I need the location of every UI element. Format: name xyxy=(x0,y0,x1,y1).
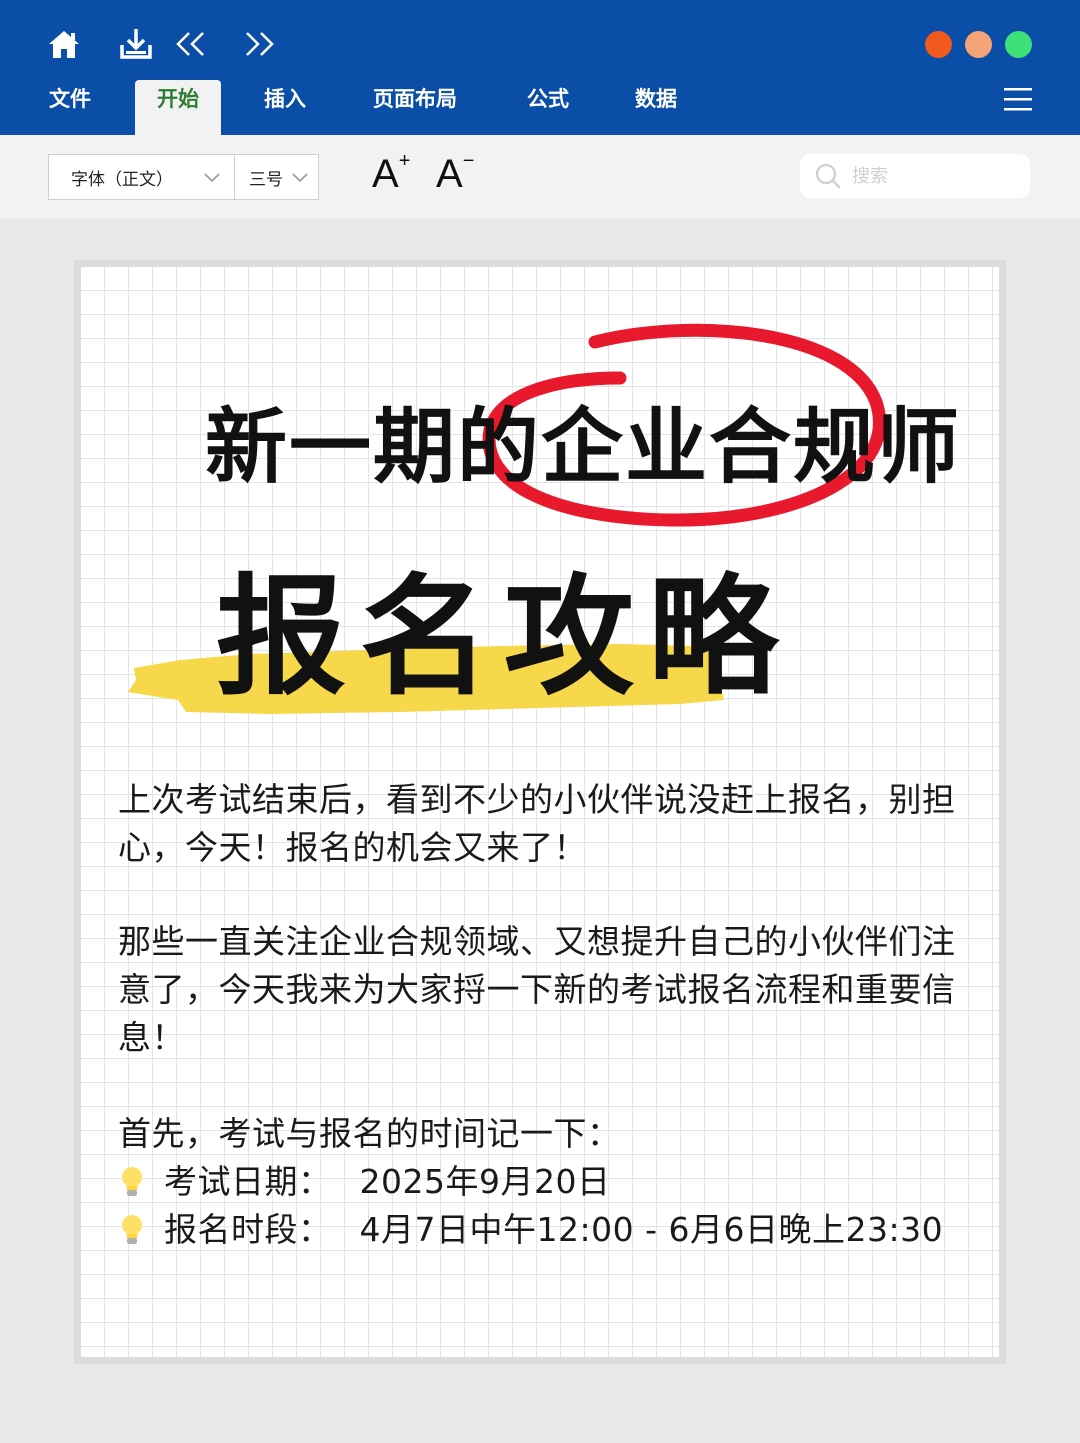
redo-icon[interactable] xyxy=(240,24,280,64)
chevron-down-icon xyxy=(204,173,220,183)
headline-prefix: 新一期的 xyxy=(205,400,542,495)
download-icon[interactable] xyxy=(116,26,156,62)
exam-date-value: 2025年9月20日 xyxy=(359,1162,611,1201)
tab-file[interactable]: 文件 xyxy=(40,80,100,135)
font-family-select[interactable]: 字体（正文） xyxy=(48,154,235,200)
ribbon-tabs: 文件 开始 插入 页面布局 公式 数据 xyxy=(0,80,1080,135)
headline-line-2: 报名攻略 xyxy=(216,561,793,713)
home-icon[interactable] xyxy=(44,26,84,62)
undo-icon[interactable] xyxy=(170,24,210,64)
chevron-down-icon xyxy=(292,173,308,183)
font-shrink-button[interactable]: A− xyxy=(436,150,474,197)
search-input[interactable] xyxy=(852,165,1012,187)
tab-page-layout[interactable]: 页面布局 xyxy=(365,80,465,135)
tab-home[interactable]: 开始 xyxy=(135,80,221,135)
list-item: 报名时段： 4月7日中午12:00 - 6月6日晚上23:30 xyxy=(118,1206,958,1254)
tab-formula[interactable]: 公式 xyxy=(518,80,578,135)
registration-period-value: 4月7日中午12:00 - 6月6日晚上23:30 xyxy=(359,1210,944,1249)
format-toolbar: 字体（正文） 三号 A+ A− xyxy=(0,135,1080,219)
schedule-intro: 首先，考试与报名的时间记一下： xyxy=(118,1114,621,1153)
minimize-dot[interactable] xyxy=(965,31,992,58)
tab-data[interactable]: 数据 xyxy=(626,80,686,135)
ribbon: 文件 开始 插入 页面布局 公式 数据 xyxy=(0,0,1080,135)
font-shrink-label: A xyxy=(436,152,463,196)
window-controls xyxy=(925,31,1032,58)
list-item: 考试日期： 2025年9月20日 xyxy=(118,1158,958,1206)
paragraph-2: 那些一直关注企业合规领域、又想提升自己的小伙伴们注意了，今天我来为大家捋一下新的… xyxy=(118,922,956,1057)
close-dot[interactable] xyxy=(925,31,952,58)
font-family-value: 字体（正文） xyxy=(71,169,173,190)
search-icon xyxy=(815,163,841,189)
lightbulb-icon xyxy=(122,1167,142,1196)
menu-icon[interactable] xyxy=(1004,86,1032,112)
tab-insert[interactable]: 插入 xyxy=(255,80,315,135)
lightbulb-icon xyxy=(122,1215,142,1244)
maximize-dot[interactable] xyxy=(1005,31,1032,58)
schedule-section: 首先，考试与报名的时间记一下： 考试日期： 2025年9月20日 报名时段： 4… xyxy=(118,1110,958,1254)
paragraph-1: 上次考试结束后，看到不少的小伙伴说没赶上报名，别担心，今天！报名的机会又来了！ xyxy=(118,780,956,867)
font-size-value: 三号 xyxy=(249,169,283,190)
font-grow-label: A xyxy=(372,152,399,196)
registration-period-label: 报名时段： xyxy=(164,1210,332,1249)
font-grow-button[interactable]: A+ xyxy=(372,150,410,197)
font-size-select[interactable]: 三号 xyxy=(234,154,319,200)
headline-line-1: 新一期的企业合规师 xyxy=(205,380,961,499)
exam-date-label: 考试日期： xyxy=(164,1162,332,1201)
headline-circled-text: 企业合规师 xyxy=(541,400,962,495)
search-box[interactable] xyxy=(800,154,1030,198)
